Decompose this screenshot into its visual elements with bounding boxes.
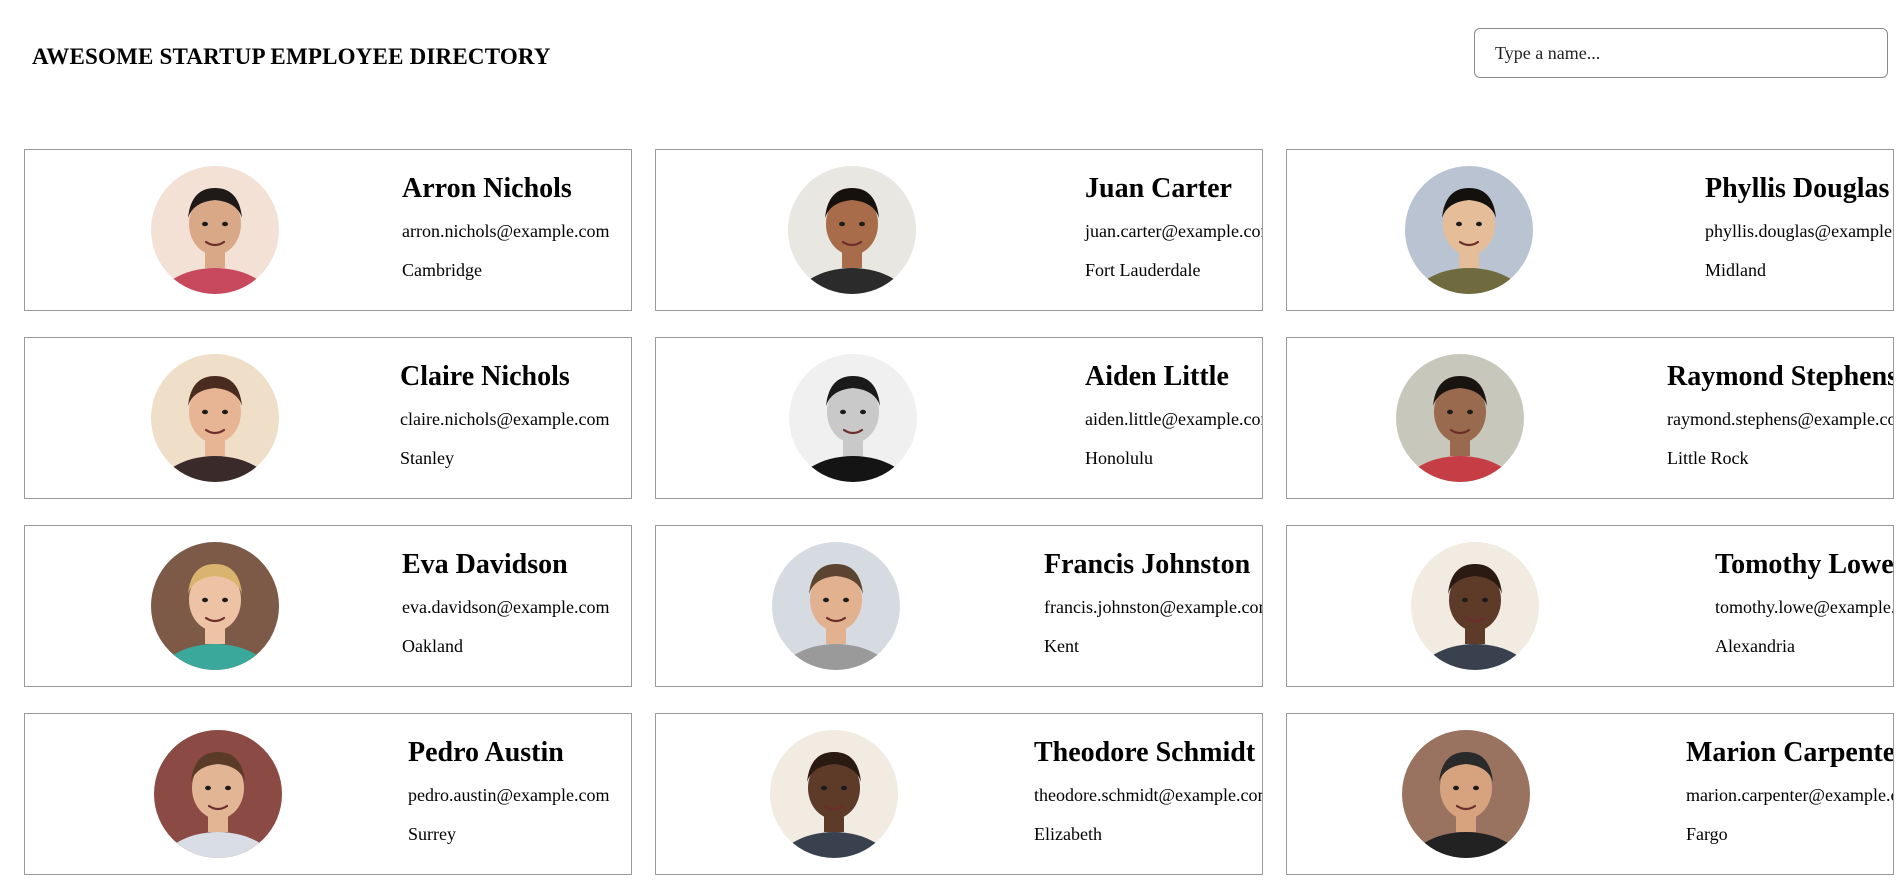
employee-city: Fort Lauderdale	[1085, 260, 1201, 280]
employee-name: Pedro Austin	[408, 737, 564, 768]
employee-avatar	[154, 730, 282, 858]
employee-avatar	[151, 542, 279, 670]
employee-card[interactable]: Theodore Schmidt theodore.schmidt@example…	[655, 713, 1263, 875]
employee-avatar	[1411, 542, 1539, 670]
employee-info: Theodore Schmidt theodore.schmidt@example…	[1034, 736, 1263, 845]
employee-grid: Arron Nichols arron.nichols@example.com Ca…	[24, 149, 1894, 875]
employee-card[interactable]: Claire Nichols claire.nichols@example.com…	[24, 337, 632, 499]
employee-info: Claire Nichols claire.nichols@example.com…	[400, 360, 610, 469]
search-input[interactable]	[1474, 28, 1888, 78]
employee-card[interactable]: Marion Carpenter marion.carpenter@example…	[1286, 713, 1894, 875]
employee-card[interactable]: Juan Carter juan.carter@example.com Fort L…	[655, 149, 1263, 311]
employee-name: Tomothy Lowe	[1715, 549, 1894, 580]
employee-info: Aiden Little aiden.little@example.com Hono…	[1085, 360, 1263, 469]
employee-email: francis.johnston@example.com	[1044, 597, 1263, 617]
employee-city: Stanley	[400, 448, 454, 468]
employee-info: Pedro Austin pedro.austin@example.com Surr…	[408, 736, 610, 845]
directory-page: AWESOME STARTUP EMPLOYEE DIRECTORY Arron…	[0, 0, 1902, 886]
employee-name: Aiden Little	[1085, 361, 1229, 392]
employee-city: Midland	[1705, 260, 1766, 280]
page-title: AWESOME STARTUP EMPLOYEE DIRECTORY	[32, 44, 551, 69]
employee-info: Phyllis Douglas phyllis.douglas@example.c…	[1705, 172, 1893, 281]
employee-email: pedro.austin@example.com	[408, 785, 610, 805]
employee-avatar	[151, 354, 279, 482]
employee-card[interactable]: Pedro Austin pedro.austin@example.com Surr…	[24, 713, 632, 875]
employee-city: Elizabeth	[1034, 824, 1102, 844]
employee-info: Marion Carpenter marion.carpenter@example…	[1686, 736, 1894, 845]
employee-name: Francis Johnston	[1044, 549, 1251, 580]
employee-card[interactable]: Aiden Little aiden.little@example.com Hono…	[655, 337, 1263, 499]
employee-email: arron.nichols@example.com	[402, 221, 610, 241]
employee-avatar	[770, 730, 898, 858]
employee-info: Raymond Stephens raymond.stephens@example…	[1667, 360, 1894, 469]
employee-city: Oakland	[402, 636, 463, 656]
employee-avatar	[772, 542, 900, 670]
employee-email: eva.davidson@example.com	[402, 597, 610, 617]
employee-card[interactable]: Tomothy Lowe tomothy.lowe@example.com Alex…	[1286, 525, 1894, 687]
employee-avatar	[151, 166, 279, 294]
employee-info: Francis Johnston francis.johnston@example…	[1044, 548, 1263, 657]
employee-email: phyllis.douglas@example.com	[1705, 221, 1893, 241]
employee-email: juan.carter@example.com	[1085, 221, 1263, 241]
employee-city: Surrey	[408, 824, 456, 844]
employee-name: Phyllis Douglas	[1705, 173, 1890, 204]
employee-card[interactable]: Arron Nichols arron.nichols@example.com Ca…	[24, 149, 632, 311]
employee-email: aiden.little@example.com	[1085, 409, 1263, 429]
employee-card[interactable]: Francis Johnston francis.johnston@example…	[655, 525, 1263, 687]
employee-city: Kent	[1044, 636, 1079, 656]
employee-name: Claire Nichols	[400, 361, 570, 392]
employee-email: tomothy.lowe@example.com	[1715, 597, 1894, 617]
employee-city: Honolulu	[1085, 448, 1154, 468]
employee-card[interactable]: Eva Davidson eva.davidson@example.com Oakl…	[24, 525, 632, 687]
employee-info: Eva Davidson eva.davidson@example.com Oakl…	[402, 548, 610, 657]
employee-info: Juan Carter juan.carter@example.com Fort L…	[1085, 172, 1263, 281]
employee-avatar	[788, 166, 916, 294]
employee-name: Eva Davidson	[402, 549, 568, 580]
employee-avatar	[1402, 730, 1530, 858]
employee-name: Juan Carter	[1085, 173, 1232, 204]
employee-avatar	[1396, 354, 1524, 482]
employee-name: Theodore Schmidt	[1034, 737, 1256, 768]
employee-email: claire.nichols@example.com	[400, 409, 610, 429]
employee-card[interactable]: Raymond Stephens raymond.stephens@example…	[1286, 337, 1894, 499]
employee-info: Arron Nichols arron.nichols@example.com Ca…	[402, 172, 610, 281]
employee-city: Little Rock	[1667, 448, 1749, 468]
employee-city: Cambridge	[402, 260, 482, 280]
employee-name: Arron Nichols	[402, 173, 572, 204]
employee-avatar	[1405, 166, 1533, 294]
employee-email: raymond.stephens@example.com	[1667, 409, 1894, 429]
employee-name: Raymond Stephens	[1667, 361, 1894, 392]
employee-city: Alexandria	[1715, 636, 1795, 656]
employee-name: Marion Carpenter	[1686, 737, 1894, 768]
employee-card[interactable]: Phyllis Douglas phyllis.douglas@example.c…	[1286, 149, 1894, 311]
employee-info: Tomothy Lowe tomothy.lowe@example.com Alex…	[1715, 548, 1894, 657]
employee-email: theodore.schmidt@example.com	[1034, 785, 1263, 805]
employee-email: marion.carpenter@example.com	[1686, 785, 1893, 805]
employee-avatar	[789, 354, 917, 482]
employee-city: Fargo	[1686, 824, 1728, 844]
